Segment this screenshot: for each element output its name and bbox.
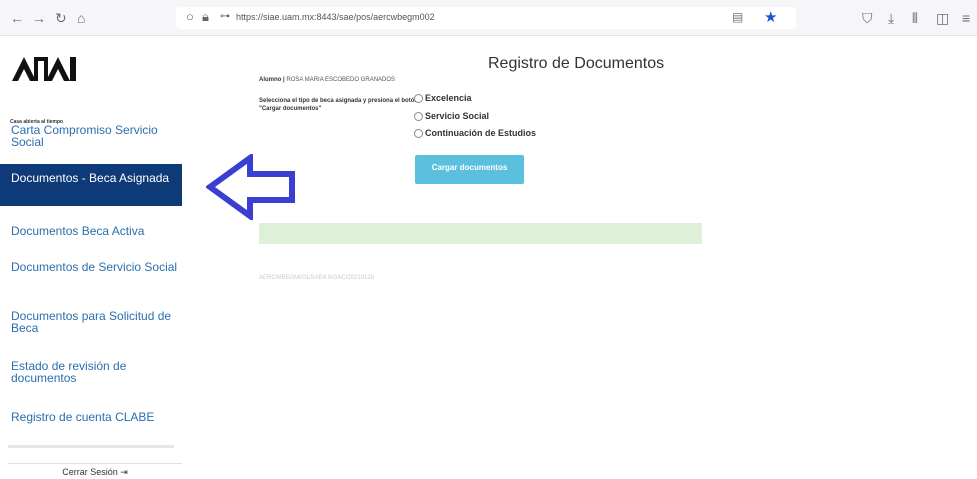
shield-icon[interactable]: ○: [186, 9, 194, 24]
status-message-bar: [259, 223, 702, 244]
download-icon[interactable]: ⤓: [888, 9, 894, 27]
sidebar-divider: [8, 445, 174, 448]
page-code: AERCWBEGM001/SAE4.0/GACI20210128: [259, 275, 375, 281]
logout-icon: ⇥: [120, 467, 128, 477]
sidebar-item-documentos-beca-asignada[interactable]: Documentos - Beca Asignada: [0, 164, 182, 206]
page-title: Registro de Documentos: [488, 55, 665, 72]
browser-toolbar: ← → ↻ ⌂ ○ 🔒︎ ⊶ https://siae.uam.mx:8443/…: [0, 0, 977, 36]
sidebar-icon[interactable]: ◫: [936, 9, 949, 27]
back-icon[interactable]: ←: [10, 9, 24, 27]
star-icon[interactable]: ★: [764, 8, 777, 26]
sidebar-item-carta-compromiso[interactable]: Carta Compromiso Servicio Social: [0, 124, 182, 154]
logout-button[interactable]: Cerrar Sesión ⇥: [8, 463, 182, 479]
upload-documents-button[interactable]: Cargar documentos: [415, 155, 524, 184]
radio-button[interactable]: [414, 128, 423, 138]
selection-prompt: Selecciona el tipo de beca asignada y pr…: [259, 98, 419, 112]
menu-icon[interactable]: ≡: [962, 9, 970, 27]
radio-label: Servicio Social: [425, 111, 490, 121]
home-icon[interactable]: ⌂: [77, 9, 85, 27]
radio-button[interactable]: [414, 93, 423, 103]
uam-logo: [12, 57, 76, 81]
pocket-icon[interactable]: ⛉: [862, 9, 873, 27]
sidebar-item-documentos-servicio-social[interactable]: Documentos de Servicio Social: [0, 261, 182, 291]
key-icon[interactable]: ⊶: [220, 11, 230, 22]
url-text[interactable]: https://siae.uam.mx:8443/sae/pos/aercwbe…: [236, 12, 435, 22]
reload-icon[interactable]: ↻: [55, 9, 67, 27]
logout-label: Cerrar Sesión: [62, 467, 118, 477]
radio-continuacion-estudios[interactable]: Continuación de Estudios: [414, 128, 536, 138]
lock-icon[interactable]: 🔒︎: [202, 9, 209, 25]
sidebar-item-documentos-beca-activa[interactable]: Documentos Beca Activa: [0, 225, 182, 239]
sidebar: Casa abierta al tiempo Carta Compromiso …: [0, 36, 190, 479]
student-name: ROSA MARIA ESCOBEDO GRANADOS: [286, 77, 396, 83]
student-info: Alumno | ROSA MARIA ESCOBEDO GRANADOS: [259, 77, 395, 83]
radio-servicio-social[interactable]: Servicio Social: [414, 111, 489, 121]
address-bar[interactable]: ○ 🔒︎ ⊶ https://siae.uam.mx:8443/sae/pos/…: [176, 7, 796, 29]
library-icon[interactable]: ⫴: [912, 9, 918, 27]
radio-label: Excelencia: [425, 93, 472, 103]
student-label: Alumno |: [259, 77, 285, 83]
radio-label: Continuación de Estudios: [425, 128, 537, 138]
reader-icon[interactable]: ▤: [732, 10, 743, 24]
annotation-arrow-icon: [206, 154, 295, 220]
forward-icon[interactable]: →: [32, 9, 46, 27]
radio-button[interactable]: [414, 111, 423, 121]
sidebar-item-estado-revision[interactable]: Estado de revisión de documentos: [0, 360, 182, 390]
sidebar-item-documentos-solicitud-beca[interactable]: Documentos para Solicitud de Beca: [0, 310, 182, 340]
radio-excelencia[interactable]: Excelencia: [414, 93, 472, 103]
sidebar-item-registro-clabe[interactable]: Registro de cuenta CLABE: [0, 411, 182, 425]
